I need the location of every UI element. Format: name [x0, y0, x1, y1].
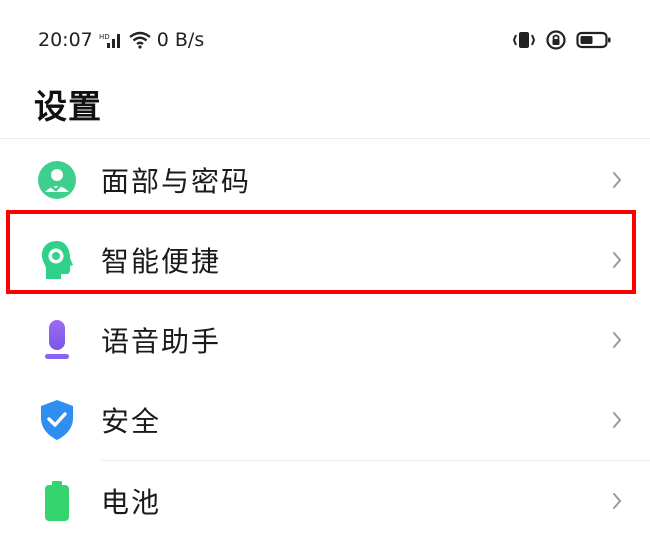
settings-item-smart-assist[interactable]: 智能便捷	[0, 220, 650, 300]
svg-text:HD: HD	[99, 33, 110, 41]
battery-icon	[576, 31, 611, 49]
face-password-icon	[37, 158, 77, 202]
status-right	[512, 27, 612, 53]
title-divider	[0, 138, 650, 139]
vibrate-icon	[512, 32, 536, 48]
chevron-right-icon	[613, 332, 622, 348]
settings-item-label: 智能便捷	[101, 245, 222, 278]
settings-item-label: 安全	[101, 405, 162, 438]
smart-assist-icon	[37, 238, 77, 282]
status-bar: 20:07 HD 0 B/s	[0, 0, 650, 78]
page-title: 设置	[34, 87, 102, 126]
status-left: 20:07 HD 0 B/s	[38, 27, 204, 53]
settings-item-face-password[interactable]: 面部与密码	[0, 140, 650, 220]
shield-check-icon	[37, 398, 77, 442]
settings-item-battery[interactable]: 电池	[0, 461, 650, 541]
settings-item-security[interactable]: 安全	[0, 380, 650, 460]
chevron-right-icon	[613, 493, 622, 509]
microphone-icon	[37, 318, 77, 362]
battery-setting-icon	[37, 479, 77, 523]
settings-item-label: 电池	[101, 486, 162, 519]
settings-item-voice-assistant[interactable]: 语音助手	[0, 300, 650, 380]
settings-item-label: 面部与密码	[101, 165, 252, 198]
network-speed: 0 B/s	[156, 29, 205, 51]
rotation-lock-icon	[546, 30, 566, 50]
status-time: 20:07	[38, 29, 93, 51]
signal-icon: HD	[99, 33, 120, 48]
wifi-icon	[129, 31, 151, 49]
chevron-right-icon	[613, 412, 622, 428]
chevron-right-icon	[613, 172, 622, 188]
chevron-right-icon	[613, 252, 622, 268]
settings-item-label: 语音助手	[101, 325, 222, 358]
